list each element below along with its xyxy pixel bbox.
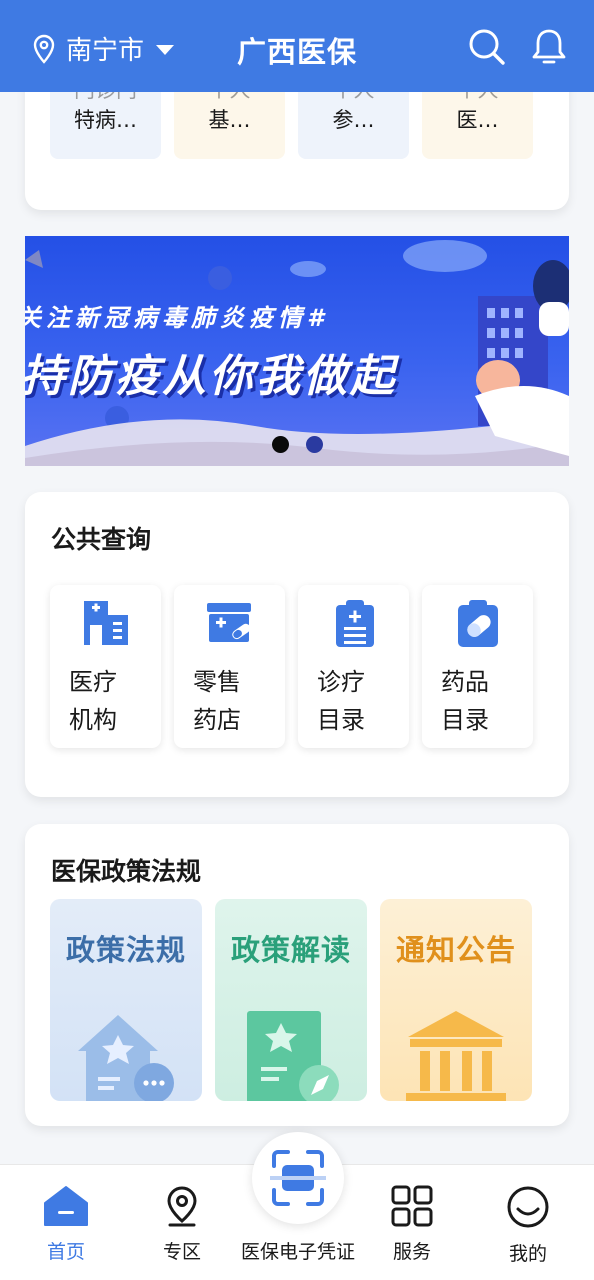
bell-icon[interactable] (529, 26, 569, 66)
policy-item-label: 通知公告 (395, 933, 516, 967)
policy-item-label: 政策解读 (230, 933, 351, 967)
carousel-dot-active[interactable] (272, 436, 289, 453)
quick-service-label: 特病… (74, 108, 137, 132)
search-icon[interactable] (466, 26, 506, 66)
tab-label: 首页 (46, 1241, 85, 1263)
grid-icon (391, 1185, 433, 1227)
query-item-drug-catalog[interactable]: 药品目录 (422, 585, 533, 748)
policy-item-label: 政策法规 (65, 933, 186, 967)
tab-label[interactable]: 医保电子凭证 (236, 1237, 360, 1264)
app-header: 南宁市 广西医保 (0, 0, 594, 92)
pill-clipboard-icon (458, 600, 498, 647)
section-title: 公共查询 (51, 525, 152, 554)
book-compass-icon (247, 1011, 339, 1101)
city-label: 南宁市 (66, 36, 145, 66)
building-columns-icon (406, 1011, 506, 1101)
query-item-pharmacy[interactable]: 零售药店 (174, 585, 285, 748)
house-chat-icon (78, 1015, 174, 1101)
query-item-label: 诊疗目录 (317, 668, 365, 734)
public-query-row: 医疗机构 零售药店 诊疗目录 药品目录 (50, 585, 533, 748)
carousel-indicator (272, 436, 323, 453)
tab-label: 服务 (392, 1241, 431, 1263)
policy-item-interpretation[interactable]: 政策解读 (215, 899, 367, 1101)
banner-headline-small: 关注新冠病毒肺炎疫情# (25, 304, 329, 332)
quick-service-label: 基… (208, 108, 251, 132)
policy-item-regulations[interactable]: 政策法规 (50, 899, 202, 1101)
tab-zone[interactable]: 专区 (137, 1185, 227, 1264)
section-title: 医保政策法规 (51, 857, 202, 886)
public-query-card: 公共查询 医疗机构 零售药店 诊疗目录 药品目录 (25, 492, 569, 797)
smile-face-icon (507, 1186, 549, 1228)
policy-row: 政策法规 政策解读 通知公告 (50, 899, 532, 1101)
bottom-tab-bar: 首页 专区 医保电子凭证 服务 我的 (0, 1132, 594, 1280)
city-selector[interactable]: 南宁市 (32, 30, 175, 67)
carousel-dot[interactable] (306, 436, 323, 453)
query-item-label: 医疗机构 (69, 668, 117, 734)
promo-banner[interactable]: 关注新冠病毒肺炎疫情# 持防疫从你我做起 (25, 236, 569, 466)
clipboard-list-icon (336, 600, 374, 647)
tab-label: 专区 (162, 1241, 201, 1263)
policy-card: 医保政策法规 政策法规 政策解读 通知公告 (25, 824, 569, 1126)
tab-mine[interactable]: 我的 (483, 1185, 573, 1266)
location-pin-icon (33, 34, 55, 64)
tab-service[interactable]: 服务 (367, 1185, 457, 1264)
hospital-icon (84, 601, 128, 645)
quick-service-label: 医… (456, 108, 499, 132)
query-item-label: 零售药店 (193, 668, 241, 734)
tab-home[interactable]: 首页 (21, 1185, 111, 1264)
chevron-down-icon (156, 45, 175, 55)
banner-headline-large: 持防疫从你我做起 (25, 351, 397, 402)
scan-code-icon (270, 1150, 326, 1206)
policy-item-announcements[interactable]: 通知公告 (380, 899, 532, 1101)
home-icon (44, 1186, 88, 1226)
query-item-treatment-catalog[interactable]: 诊疗目录 (298, 585, 409, 748)
medical-insurance-voucher-button[interactable] (252, 1132, 344, 1224)
tab-label: 我的 (508, 1243, 547, 1265)
location-pin-icon (167, 1186, 197, 1227)
pharmacy-icon (207, 603, 251, 642)
query-item-hospital[interactable]: 医疗机构 (50, 585, 161, 748)
query-item-label: 药品目录 (441, 668, 489, 734)
quick-service-label: 参… (332, 108, 375, 132)
